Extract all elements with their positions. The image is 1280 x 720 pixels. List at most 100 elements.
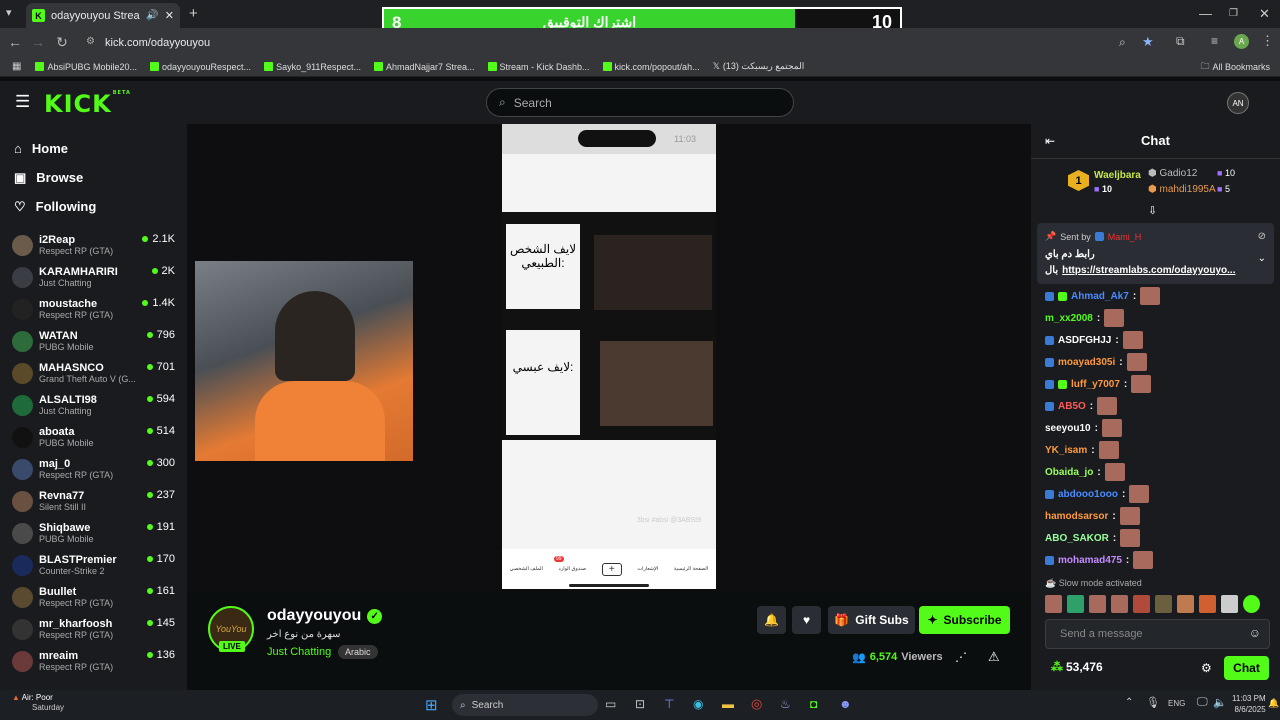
share-icon[interactable]: ⋰	[955, 650, 967, 664]
chat-username[interactable]: m_xx2008	[1045, 313, 1093, 324]
file-explorer-icon[interactable]: ▬	[722, 697, 734, 711]
discord-icon[interactable]: ☻	[839, 697, 852, 711]
steam-icon[interactable]: ♨	[780, 697, 791, 711]
apps-grid-icon[interactable]: ▦	[12, 61, 21, 72]
chat-username[interactable]: moayad305i	[1058, 357, 1115, 368]
all-bookmarks[interactable]: 🗀 All Bookmarks	[1200, 59, 1270, 75]
menu-dots-icon[interactable]: ⋮	[1261, 33, 1274, 49]
app-icon[interactable]: ◘	[810, 697, 817, 711]
edge-icon[interactable]: ◉	[693, 697, 703, 711]
back-icon[interactable]: ←	[3, 34, 27, 50]
emote-icon[interactable]	[1155, 595, 1172, 613]
weather-widget[interactable]: ▲ Air: Poor Saturday	[12, 693, 64, 713]
emote-icon[interactable]	[1199, 595, 1216, 613]
media-icon[interactable]: ≡	[1211, 34, 1218, 48]
search-input[interactable]: ⌕ Search	[486, 88, 794, 117]
emote-icon[interactable]	[1177, 595, 1194, 613]
channel-item[interactable]: Shiqbawe PUBG Mobile 191	[0, 517, 187, 549]
chat-username[interactable]: AB5O	[1058, 401, 1086, 412]
close-window-icon[interactable]: ✕	[1259, 6, 1270, 22]
chevron-down-icon[interactable]: ⌄	[1258, 253, 1266, 264]
start-button-icon[interactable]: ⊞	[425, 696, 438, 714]
emote-icon[interactable]	[1243, 595, 1260, 613]
channel-item[interactable]: moustache Respect RP (GTA) 1.4K	[0, 293, 187, 325]
maximize-icon[interactable]: ❐	[1229, 8, 1238, 19]
chat-username[interactable]: mohamad475	[1058, 555, 1122, 566]
bookmark-7[interactable]: 𝕏 المجتمع ريسبكت (13)	[713, 61, 805, 72]
channel-item[interactable]: i2Reap Respect RP (GTA) 2.1K	[0, 229, 187, 261]
url-field[interactable]: ⚙ kick.com/odayyouyou	[80, 33, 1140, 53]
taskbar-search[interactable]: ⌕ Search	[452, 694, 598, 716]
unpin-icon[interactable]: ⊘	[1258, 231, 1266, 242]
nav-home[interactable]: ⌂ Home	[0, 134, 187, 163]
chat-username[interactable]: ASDFGHJJ	[1058, 335, 1111, 346]
gift-subs-button[interactable]: 🎁 Gift Subs	[828, 606, 915, 634]
chat-username[interactable]: Ahmad_Ak7	[1071, 291, 1129, 302]
channel-item[interactable]: ALSALTI98 Just Chatting 594	[0, 389, 187, 421]
kick-logo[interactable]: KICKBETA	[44, 90, 131, 118]
user-avatar[interactable]: AN	[1227, 92, 1249, 114]
minimize-icon[interactable]: —	[1199, 6, 1212, 21]
network-icon[interactable]: 🖵	[1197, 696, 1208, 709]
new-tab-icon[interactable]: +	[189, 5, 198, 22]
channel-item[interactable]: BLASTPremier Counter-Strike 2 170	[0, 549, 187, 581]
channel-item[interactable]: aboata PUBG Mobile 514	[0, 421, 187, 453]
chat-username[interactable]: ABO_SAKOR	[1045, 533, 1109, 544]
channel-item[interactable]: mreaim Respect RP (GTA) 136	[0, 645, 187, 677]
settings-gear-icon[interactable]: ⚙	[1201, 661, 1212, 675]
bookmark-2[interactable]: odayyouyouRespect...	[150, 62, 251, 72]
top-gifter-name[interactable]: Waeljbara	[1094, 170, 1141, 181]
emote-icon[interactable]	[1221, 595, 1238, 613]
emote-icon[interactable]	[1067, 595, 1084, 613]
browser-tab[interactable]: K odayyouyou Stream - Watch 🔊 ✕	[26, 3, 180, 28]
chat-username[interactable]: YK_isam	[1045, 445, 1087, 456]
gifter-3[interactable]: ⬢ mahdi1995A	[1148, 184, 1216, 195]
channel-item[interactable]: maj_0 Respect RP (GTA) 300	[0, 453, 187, 485]
channel-item[interactable]: WATAN PUBG Mobile 796	[0, 325, 187, 357]
bookmark-3[interactable]: Sayko_911Respect...	[264, 62, 361, 72]
bookmark-4[interactable]: AhmadNajjar7 Strea...	[373, 62, 475, 72]
nav-browse[interactable]: ▣ Browse	[0, 163, 187, 192]
chat-username[interactable]: luff_y7007	[1071, 379, 1120, 390]
channel-item[interactable]: mr_kharfoosh Respect RP (GTA) 145	[0, 613, 187, 645]
bookmark-1[interactable]: AbsiPUBG Mobile20...	[35, 62, 137, 72]
emote-icon[interactable]	[1045, 595, 1062, 613]
emote-icon[interactable]	[1133, 595, 1150, 613]
hamburger-menu-icon[interactable]: ☰	[15, 92, 30, 112]
tray-overflow-icon[interactable]: ⌃	[1125, 697, 1133, 708]
chat-username[interactable]: seeyou10	[1045, 423, 1091, 434]
nav-following[interactable]: ♡ Following	[0, 192, 187, 221]
subscribe-button[interactable]: ✦ Subscribe	[919, 606, 1010, 634]
bookmark-6[interactable]: kick.com/popout/ah...	[602, 62, 700, 72]
report-icon[interactable]: ⚠	[988, 649, 1000, 665]
emote-icon[interactable]	[1111, 595, 1128, 613]
emoji-icon[interactable]: ☺	[1249, 626, 1261, 640]
extensions-icon[interactable]: ⧉	[1176, 34, 1185, 49]
channel-item[interactable]: MAHASNCO Grand Theft Auto V (G... 701	[0, 357, 187, 389]
chat-username[interactable]: abdooo1ooo	[1058, 489, 1118, 500]
emote-icon[interactable]	[1089, 595, 1106, 613]
gifter-2[interactable]: ⬢ Gadio12	[1148, 168, 1197, 179]
microphone-icon[interactable]: 🎙	[1146, 696, 1160, 709]
channel-item[interactable]: KARAMHARIRI Just Chatting 2K	[0, 261, 187, 293]
follow-button[interactable]: ♥	[792, 606, 821, 634]
store-icon[interactable]: ⊡	[635, 697, 645, 711]
chat-input[interactable]: Send a message ☺	[1045, 619, 1270, 649]
tab-menu-icon[interactable]: ▾	[6, 6, 12, 19]
chat-username[interactable]: hamodsarsor	[1045, 511, 1108, 522]
channel-item[interactable]: Revna77 Silent Still II 237	[0, 485, 187, 517]
notification-bell-button[interactable]: 🔔	[757, 606, 786, 634]
channel-points[interactable]: ⁂ 53,476	[1051, 660, 1103, 674]
clock[interactable]: 11:03 PM 8/6/2025	[1232, 693, 1266, 715]
task-view-icon[interactable]: ▭	[605, 697, 616, 711]
send-chat-button[interactable]: Chat	[1224, 656, 1269, 680]
profile-icon[interactable]: A	[1234, 34, 1249, 49]
reload-icon[interactable]: ↻	[50, 34, 74, 51]
bookmark-5[interactable]: Stream - Kick Dashb...	[487, 62, 590, 72]
language-indicator[interactable]: ENG	[1168, 699, 1185, 708]
streamer-name[interactable]: odayyouyou ✓	[267, 607, 383, 625]
channel-item[interactable]: Buullet Respect RP (GTA) 161	[0, 581, 187, 613]
notifications-icon[interactable]: 🔔	[1268, 698, 1279, 709]
forward-icon[interactable]: →	[26, 34, 50, 50]
volume-icon[interactable]: 🔈	[1213, 696, 1227, 709]
